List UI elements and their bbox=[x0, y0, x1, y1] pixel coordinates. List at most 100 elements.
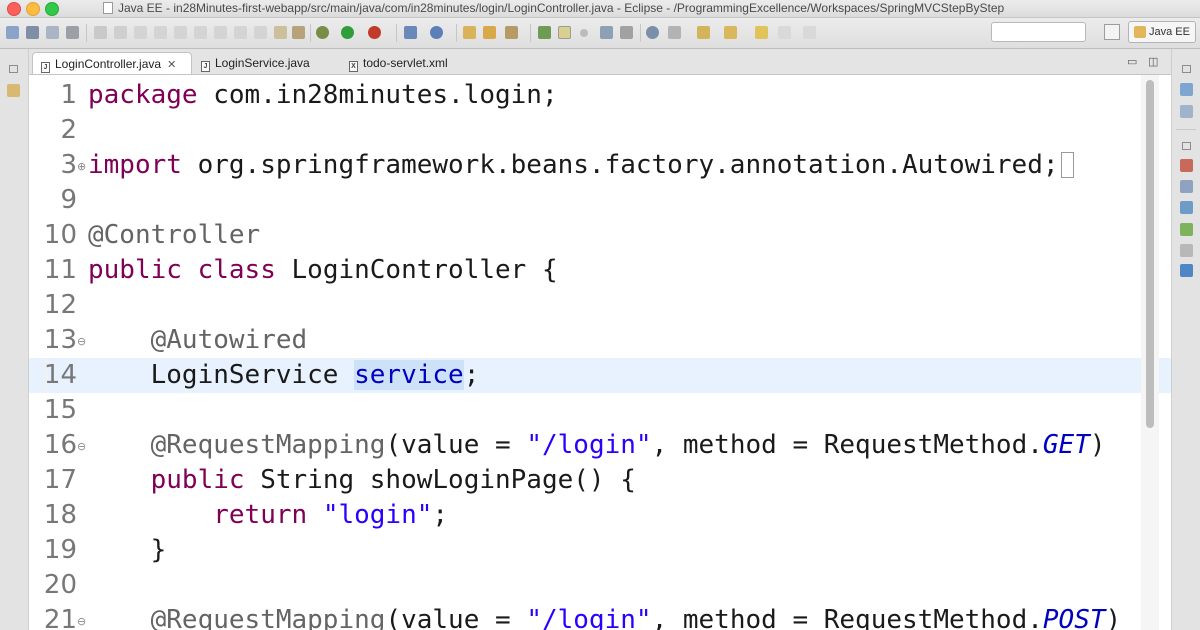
restore-icon[interactable] bbox=[1182, 142, 1191, 150]
quick-access-search-input[interactable] bbox=[991, 22, 1086, 42]
show-whitespace-icon[interactable] bbox=[580, 29, 588, 37]
code-line[interactable]: 19 } bbox=[29, 533, 1171, 568]
code-token: service bbox=[354, 360, 464, 390]
pin-editor-icon[interactable] bbox=[668, 26, 681, 39]
step-return-icon[interactable] bbox=[254, 26, 267, 39]
tab-login-service[interactable]: J LoginService.java bbox=[199, 52, 341, 74]
code-text: @RequestMapping(value = "/login", method… bbox=[88, 428, 1106, 463]
code-line[interactable]: 3 ⊕ import org.springframework.beans.facto… bbox=[29, 148, 1171, 183]
collapse-fold-icon[interactable]: ⊖ bbox=[77, 324, 86, 359]
code-token: "/login" bbox=[526, 605, 652, 630]
properties-icon[interactable] bbox=[1180, 180, 1193, 193]
markers-icon[interactable] bbox=[1180, 159, 1193, 172]
code-token: class bbox=[197, 255, 276, 285]
toggle-icon[interactable] bbox=[94, 26, 107, 39]
debug-icon[interactable] bbox=[316, 26, 329, 39]
code-text: import org.springframework.beans.factory… bbox=[88, 148, 1074, 183]
resume-icon[interactable] bbox=[134, 26, 147, 39]
tab-login-controller[interactable]: J LoginController.java ✕ bbox=[32, 52, 192, 74]
code-line[interactable]: 11 public class LoginController { bbox=[29, 253, 1171, 288]
code-line[interactable]: 20 bbox=[29, 568, 1171, 603]
open-task-icon[interactable] bbox=[505, 26, 518, 39]
mark-occurrences-icon[interactable] bbox=[558, 26, 571, 39]
maximize-window-button[interactable] bbox=[45, 2, 59, 16]
search-icon[interactable] bbox=[538, 26, 551, 39]
drop-to-frame-icon[interactable] bbox=[274, 26, 287, 39]
code-text: return "login"; bbox=[88, 498, 448, 533]
data-source-icon[interactable] bbox=[1180, 223, 1193, 236]
forward-icon[interactable] bbox=[778, 26, 791, 39]
task-list-icon[interactable] bbox=[1180, 105, 1193, 118]
previous-annotation-icon[interactable] bbox=[724, 26, 737, 39]
code-line[interactable]: 9 bbox=[29, 183, 1171, 218]
code-token: String showLoginPage() { bbox=[244, 465, 636, 495]
step-over-icon[interactable] bbox=[234, 26, 247, 39]
code-line[interactable]: 21 ⊖ @RequestMapping(value = "/login", me… bbox=[29, 603, 1171, 630]
collapse-fold-icon[interactable]: ⊖ bbox=[77, 429, 86, 464]
line-number: 2 bbox=[60, 115, 77, 145]
minimize-window-button[interactable] bbox=[26, 2, 40, 16]
code-token: LoginService bbox=[88, 360, 355, 390]
code-line[interactable]: 2 bbox=[29, 113, 1171, 148]
snippets-icon[interactable] bbox=[1180, 244, 1193, 257]
code-line[interactable]: 14 LoginService service; bbox=[29, 358, 1171, 393]
suspend-icon[interactable] bbox=[154, 26, 167, 39]
code-line[interactable]: 1 package com.in28minutes.login; bbox=[29, 78, 1171, 113]
console-icon[interactable] bbox=[1180, 264, 1193, 277]
next-annotation-icon[interactable] bbox=[697, 26, 710, 39]
minimize-editor-icon[interactable]: ▭ bbox=[1127, 55, 1137, 68]
java-ee-perspective-button[interactable]: Java EE bbox=[1128, 21, 1196, 43]
close-window-button[interactable] bbox=[7, 2, 21, 16]
print-icon[interactable] bbox=[66, 26, 79, 39]
new-server-icon[interactable] bbox=[404, 26, 417, 39]
code-line[interactable]: 18 return "login"; bbox=[29, 498, 1171, 533]
terminate-icon[interactable] bbox=[174, 26, 187, 39]
code-line[interactable]: 12 bbox=[29, 288, 1171, 323]
toolbar-separator bbox=[310, 24, 311, 42]
globe-icon[interactable] bbox=[430, 26, 443, 39]
scrollbar-thumb[interactable] bbox=[1146, 80, 1154, 428]
collapse-fold-icon[interactable]: ⊖ bbox=[77, 604, 86, 630]
external-tools-icon[interactable] bbox=[368, 26, 381, 39]
save-icon[interactable] bbox=[26, 26, 39, 39]
save-all-icon[interactable] bbox=[46, 26, 59, 39]
vertical-scrollbar[interactable] bbox=[1141, 75, 1159, 630]
code-line[interactable]: 15 bbox=[29, 393, 1171, 428]
code-line[interactable]: 13 ⊖ @Autowired bbox=[29, 323, 1171, 358]
block-selection-icon[interactable] bbox=[600, 26, 613, 39]
open-type-icon[interactable] bbox=[463, 26, 476, 39]
code-line[interactable]: 16 ⊖ @RequestMapping(value = "/login", me… bbox=[29, 428, 1171, 463]
skip-breakpoints-icon[interactable] bbox=[114, 26, 127, 39]
dock-separator bbox=[1176, 129, 1196, 130]
show-all-characters-icon[interactable] bbox=[620, 26, 633, 39]
expand-fold-icon[interactable]: ⊕ bbox=[77, 149, 86, 184]
code-token: (value = bbox=[385, 605, 527, 630]
open-folder-icon[interactable] bbox=[483, 26, 496, 39]
restore-icon[interactable] bbox=[9, 65, 18, 73]
collapsed-imports-box[interactable] bbox=[1060, 152, 1074, 178]
last-edit-icon[interactable] bbox=[803, 26, 816, 39]
tab-label: todo-servlet.xml bbox=[363, 56, 448, 70]
servers-icon[interactable] bbox=[1180, 201, 1193, 214]
open-perspective-icon[interactable] bbox=[1104, 24, 1120, 40]
back-icon[interactable] bbox=[755, 26, 768, 39]
disconnect-icon[interactable] bbox=[194, 26, 207, 39]
new-icon[interactable] bbox=[6, 26, 19, 39]
project-explorer-icon[interactable] bbox=[7, 84, 20, 97]
code-line[interactable]: 17 public String showLoginPage() { bbox=[29, 463, 1171, 498]
step-into-icon[interactable] bbox=[214, 26, 227, 39]
right-trim-stack bbox=[1171, 49, 1200, 630]
tab-todo-servlet-xml[interactable]: Xtodo-servlet.xml bbox=[347, 52, 489, 74]
line-number: 21 bbox=[43, 605, 77, 630]
outline-icon[interactable] bbox=[1180, 83, 1193, 96]
web-browser-icon[interactable] bbox=[646, 26, 659, 39]
code-editor[interactable]: 1 package com.in28minutes.login; 2 3 ⊕ import… bbox=[29, 75, 1171, 630]
use-step-filters-icon[interactable] bbox=[292, 26, 305, 39]
code-line[interactable]: 10 @Controller bbox=[29, 218, 1171, 253]
run-icon[interactable] bbox=[341, 26, 354, 39]
restore-icon[interactable] bbox=[1182, 65, 1191, 73]
close-tab-icon[interactable]: ✕ bbox=[167, 54, 176, 76]
main-toolbar: Java EE bbox=[0, 18, 1200, 49]
maximize-editor-icon[interactable]: ◫ bbox=[1148, 55, 1158, 68]
